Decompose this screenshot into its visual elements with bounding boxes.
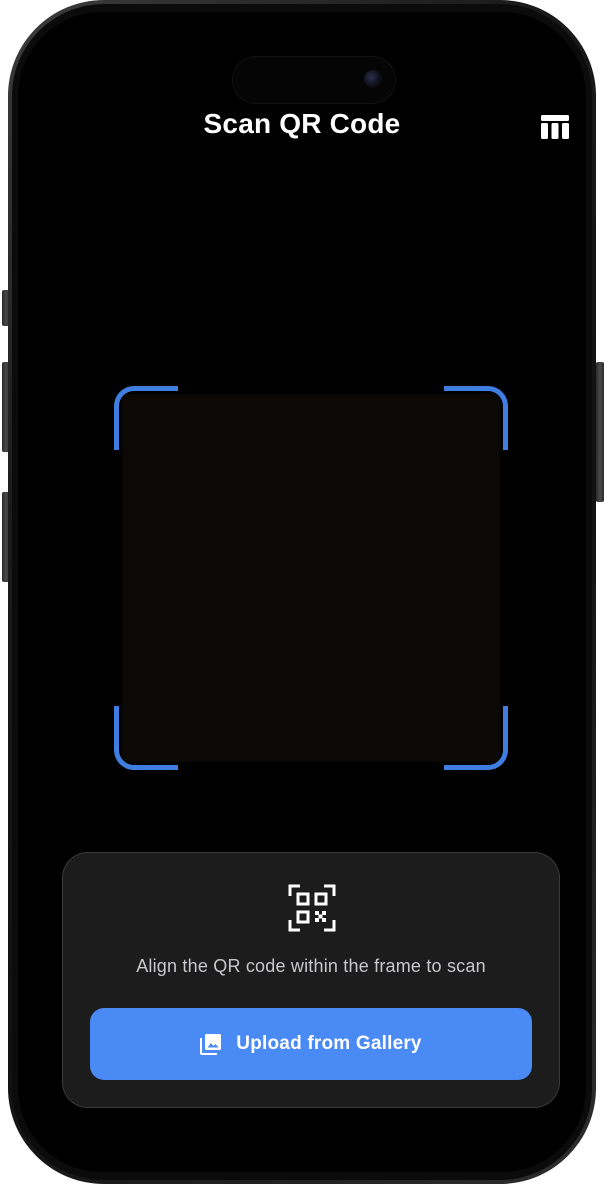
scanner-viewfinder <box>114 386 508 770</box>
frame-corner-top-left <box>114 386 178 450</box>
photo-library-icon <box>200 1033 222 1055</box>
view-columns-icon[interactable] <box>540 114 570 140</box>
frame-corner-bottom-left <box>114 706 178 770</box>
front-camera <box>364 70 382 88</box>
upload-button-label: Upload from Gallery <box>236 1033 422 1054</box>
frame-corner-bottom-right <box>444 706 508 770</box>
power-button <box>596 362 604 502</box>
page-title: Scan QR Code <box>203 108 401 139</box>
frame-corner-top-right <box>444 386 508 450</box>
upload-from-gallery-button[interactable]: Upload from Gallery <box>90 1008 532 1080</box>
screen: Scan QR Code Align the QR code within th… <box>18 12 586 1172</box>
qr-code-scan-icon <box>288 884 336 932</box>
device-mockup: Scan QR Code Align the QR code within th… <box>0 0 604 1184</box>
dynamic-island <box>232 56 396 104</box>
scan-info-panel: Align the QR code within the frame to sc… <box>62 852 560 1108</box>
phone-frame: Scan QR Code Align the QR code within th… <box>8 0 596 1184</box>
scan-instruction: Align the QR code within the frame to sc… <box>136 956 486 976</box>
